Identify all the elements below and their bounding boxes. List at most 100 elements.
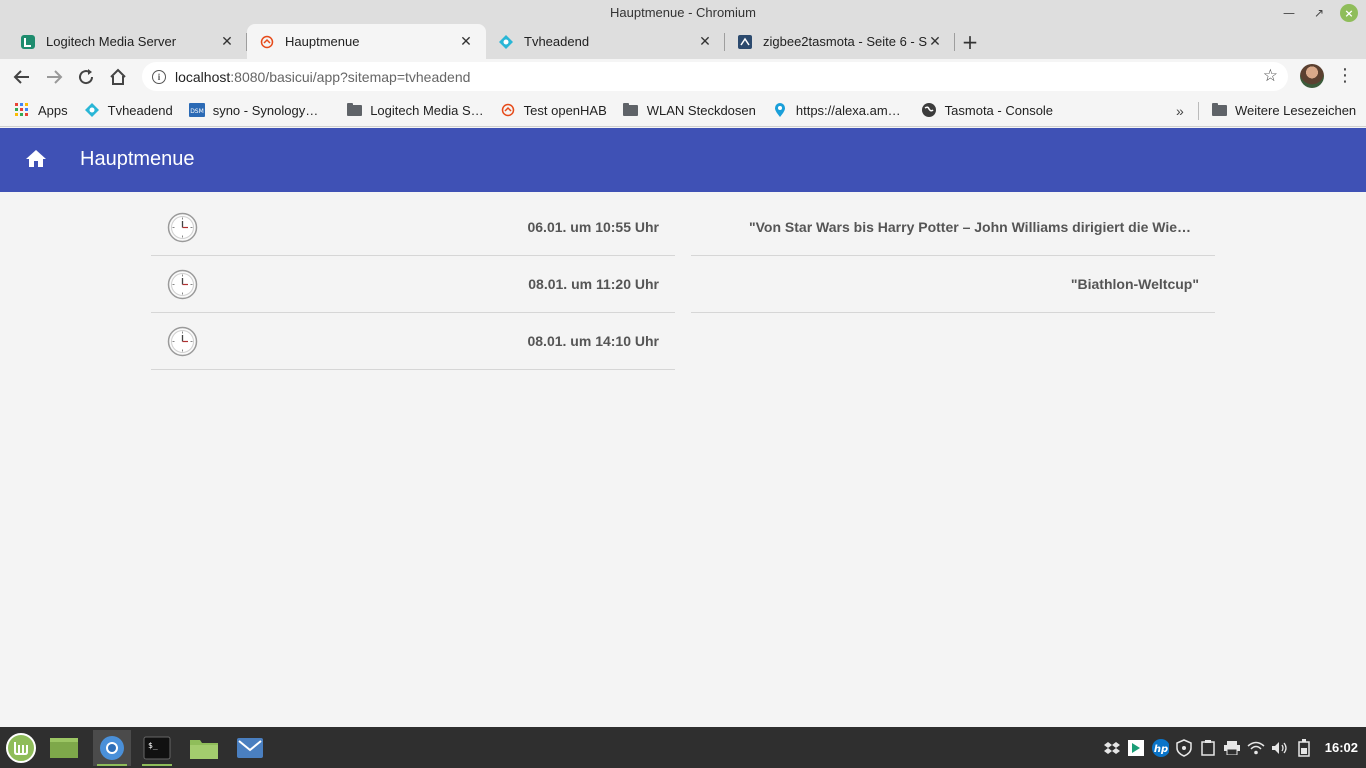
bookmark-other[interactable]: Weitere Lesezeichen <box>1203 96 1364 124</box>
reload-icon[interactable] <box>73 64 99 90</box>
update-manager-icon[interactable] <box>1127 739 1145 757</box>
browser-titlebar: Hauptmenue - Chromium — ↗ × Logitech Med… <box>0 0 1366 59</box>
bookmark-label: Tasmota - Console <box>944 102 1054 118</box>
taskbar-clock[interactable]: 16:02 <box>1319 740 1362 755</box>
openhab-favicon-icon <box>259 34 275 50</box>
bookmark-star-icon[interactable]: ☆ <box>1263 66 1278 86</box>
bookmark-folder-wlan[interactable]: WLAN Steckdosen <box>615 96 764 124</box>
list-item[interactable]: 08.01. um 11:20 Uhr <box>151 256 675 313</box>
browser-menu-icon[interactable]: ⋮ <box>1336 64 1354 90</box>
folder-icon <box>1211 102 1227 118</box>
tab-label: Tvheadend <box>524 34 590 49</box>
tab-label: Hauptmenue <box>285 34 360 49</box>
close-tab-icon[interactable]: ✕ <box>697 33 713 50</box>
recording-title: "Biathlon-Weltcup" <box>1070 276 1199 292</box>
minimize-icon[interactable]: — <box>1280 4 1298 22</box>
volume-icon[interactable] <box>1271 739 1289 757</box>
list-item[interactable]: "Biathlon-Weltcup" <box>691 256 1215 313</box>
folder-icon <box>623 102 639 118</box>
close-tab-icon[interactable]: ✕ <box>458 33 474 50</box>
svg-text:hp: hp <box>1154 744 1168 755</box>
recording-time: 08.01. um 11:20 Uhr <box>528 276 659 292</box>
tab-logitech-media-server[interactable]: Logitech Media Server ✕ <box>8 24 247 59</box>
bookmark-folder-logitech[interactable]: Logitech Media S… <box>326 96 491 124</box>
mail-icon[interactable] <box>231 730 269 766</box>
tab-strip: Logitech Media Server ✕ Hauptmenue ✕ Tvh… <box>8 24 985 59</box>
battery-icon[interactable] <box>1295 738 1313 757</box>
system-tray: hp 16:02 <box>1103 727 1366 768</box>
recording-title: "Von Star Wars bis Harry Potter – John W… <box>749 219 1199 235</box>
recording-time: 08.01. um 14:10 Uhr <box>527 333 659 349</box>
list-item[interactable]: "Von Star Wars bis Harry Potter – John W… <box>691 199 1215 256</box>
files-icon[interactable] <box>185 730 223 766</box>
terminal-icon[interactable]: $_ <box>138 730 176 766</box>
bookmark-label: Weitere Lesezeichen <box>1235 102 1357 118</box>
list-item[interactable]: 06.01. um 10:55 Uhr <box>151 199 675 256</box>
svg-text:DSM: DSM <box>190 108 204 115</box>
table-row: 06.01. um 10:55 Uhr "Von Star Wars bis H… <box>151 199 1215 256</box>
window-title: Hauptmenue - Chromium <box>610 5 756 20</box>
dropbox-icon[interactable] <box>1103 739 1121 757</box>
tvheadend-favicon-icon <box>498 34 514 50</box>
bookmark-alexa[interactable]: https://alexa.am… <box>764 96 909 124</box>
printer-icon[interactable] <box>1223 739 1241 757</box>
bookmark-label: WLAN Steckdosen <box>646 102 756 118</box>
logitech-favicon-icon <box>20 34 36 50</box>
close-tab-icon[interactable]: ✕ <box>927 33 943 50</box>
clock-icon <box>167 269 198 300</box>
openhab-icon <box>500 102 516 118</box>
browser-toolbar: i localhost:8080/basicui/app?sitemap=tvh… <box>0 59 1366 94</box>
tab-label: Logitech Media Server <box>46 34 177 49</box>
mint-menu-icon[interactable] <box>2 730 40 766</box>
back-icon[interactable] <box>9 64 35 90</box>
location-pin-icon <box>772 102 788 118</box>
page-title: Hauptmenue <box>80 148 195 170</box>
new-tab-button[interactable]: + <box>955 24 985 59</box>
hp-printer-icon[interactable]: hp <box>1151 738 1169 757</box>
clock-icon <box>167 326 198 357</box>
bookmark-tasmota[interactable]: Tasmota - Console <box>909 96 1061 124</box>
bookmarks-more-icon[interactable]: » <box>1176 94 1184 127</box>
recording-time: 06.01. um 10:55 Uhr <box>527 219 659 235</box>
bookmark-apps[interactable]: Apps <box>0 96 76 124</box>
svg-text:$_: $_ <box>148 741 158 750</box>
bookmark-tvheadend[interactable]: Tvheadend <box>76 96 181 124</box>
recordings-list: 06.01. um 10:55 Uhr "Von Star Wars bis H… <box>151 199 1215 370</box>
tab-tvheadend[interactable]: Tvheadend ✕ <box>486 24 725 59</box>
shield-icon[interactable] <box>1175 738 1193 757</box>
bookmarks-bar: Apps Tvheadend DSM syno - Synology… Logi… <box>0 94 1366 127</box>
table-row: 08.01. um 11:20 Uhr "Biathlon-Weltcup" <box>151 256 1215 313</box>
close-window-icon[interactable]: × <box>1340 4 1358 22</box>
dsm-icon: DSM <box>188 102 205 118</box>
bookmark-synology[interactable]: DSM syno - Synology… <box>181 96 327 124</box>
clock-icon <box>167 212 198 243</box>
address-bar[interactable]: i localhost:8080/basicui/app?sitemap=tvh… <box>142 62 1288 91</box>
tab-zigbee2tasmota[interactable]: zigbee2tasmota - Seite 6 - Sm ✕ <box>725 24 955 59</box>
apps-grid-icon <box>14 102 30 118</box>
home-browser-icon[interactable] <box>105 64 131 90</box>
show-desktop-icon[interactable] <box>45 730 83 766</box>
bookmark-test-openhab[interactable]: Test openHAB <box>492 96 615 124</box>
bookmark-label: syno - Synology… <box>212 102 319 118</box>
tab-hauptmenue[interactable]: Hauptmenue ✕ <box>247 24 486 59</box>
profile-avatar[interactable] <box>1300 64 1324 88</box>
home-icon[interactable] <box>24 147 48 171</box>
bookmark-label: Logitech Media S… <box>370 102 484 118</box>
site-info-icon[interactable]: i <box>152 69 166 84</box>
maximize-icon[interactable]: ↗ <box>1310 4 1328 22</box>
tab-label: zigbee2tasmota - Seite 6 - Sm <box>763 34 927 49</box>
table-row: 08.01. um 14:10 Uhr <box>151 313 1215 370</box>
close-tab-icon[interactable]: ✕ <box>219 33 235 50</box>
forum-favicon-icon <box>737 34 753 50</box>
list-item[interactable]: 08.01. um 14:10 Uhr <box>151 313 675 370</box>
wifi-icon[interactable] <box>1247 739 1265 757</box>
bookmark-label: Apps <box>38 102 68 118</box>
bookmark-label: https://alexa.am… <box>795 102 901 118</box>
bookmark-label: Test openHAB <box>523 102 607 118</box>
chromium-taskbar-icon[interactable] <box>93 730 131 766</box>
tvheadend-icon <box>84 102 100 118</box>
folder-icon <box>346 102 362 118</box>
globe-icon <box>921 102 937 118</box>
clipboard-icon[interactable] <box>1199 739 1217 757</box>
forward-icon[interactable] <box>41 64 67 90</box>
